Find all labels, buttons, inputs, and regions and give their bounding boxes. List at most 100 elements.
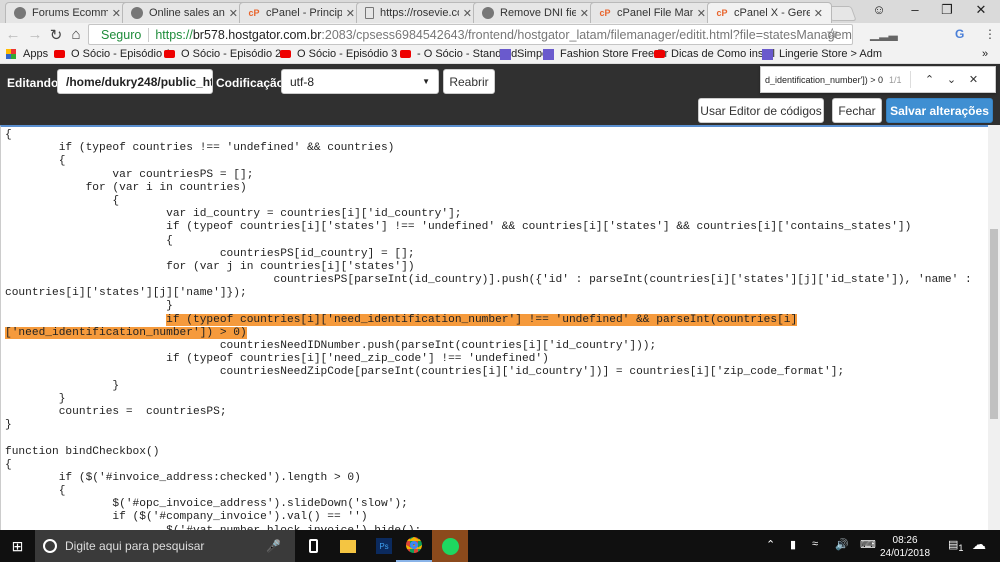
chevron-down-icon: ▼ [422, 77, 430, 86]
wifi-icon[interactable]: ≈ [812, 538, 818, 550]
browser-tab[interactable]: https://rosevie.com ✕ [356, 2, 481, 23]
task-view-icon[interactable] [295, 530, 331, 562]
find-next-icon[interactable]: ⌄ [941, 73, 963, 86]
date: 24/01/2018 [880, 548, 931, 559]
code-line: if (typeof countries[i]['need_zip_code']… [5, 353, 988, 366]
code-line: $('#opc_invoice_address').slideDown('slo… [5, 498, 988, 511]
show-hidden-icons[interactable]: ⌃ [766, 538, 775, 551]
url-input[interactable]: Seguro https://br578.hostgator.com.br:20… [88, 24, 853, 45]
find-divider [909, 71, 911, 88]
code-text: countriesPS[parseInt(id_country)].push({… [5, 274, 972, 287]
keyboard-icon[interactable]: ⌨ [860, 538, 876, 551]
back-button[interactable]: ← [4, 26, 22, 43]
url-scheme: https:// [155, 27, 193, 42]
bookmark-item[interactable]: O Sócio - Episódio 2 [164, 48, 281, 60]
code-text: { [5, 458, 12, 471]
prestashop-icon [482, 7, 494, 19]
windows-start-icon[interactable]: ⊞ [0, 530, 35, 562]
code-line: if (typeof countries[i]['states'] !== 'u… [5, 221, 988, 234]
file-path-input[interactable]: /home/dukry248/public_html [57, 69, 213, 94]
profile-icon[interactable]: ☺ [862, 0, 896, 20]
code-line: var id_country = countries[i]['id_countr… [5, 208, 988, 221]
code-line: if ($('#invoice_address:checked').length… [5, 472, 988, 485]
code-text: for (var j in countries[i]['states']) [5, 260, 415, 273]
close-window-button[interactable]: ✕ [964, 0, 998, 20]
more-bookmarks-button[interactable]: » [982, 48, 988, 60]
code-content[interactable]: { if (typeof countries !== 'undefined' &… [1, 127, 988, 530]
close-tab-icon[interactable]: ✕ [697, 7, 706, 20]
code-line: } [5, 419, 988, 432]
menu-icon[interactable]: ⋮ [984, 27, 996, 41]
find-close-icon[interactable]: ✕ [963, 73, 985, 86]
code-line: var countriesPS = []; [5, 169, 988, 182]
close-tab-icon[interactable]: ✕ [463, 7, 472, 20]
browser-tab[interactable]: cP cPanel File Manag ✕ [590, 2, 715, 23]
tab-title: cPanel File Manag [617, 7, 693, 19]
restore-button[interactable]: ❐ [930, 0, 964, 20]
bookmark-item[interactable]: Apps [6, 48, 48, 60]
close-tab-icon[interactable]: ✕ [580, 7, 589, 20]
reopen-button[interactable]: Reabrir [443, 69, 495, 94]
close-tab-icon[interactable]: ✕ [229, 7, 238, 20]
search-match-highlight: if (typeof countries[i]['need_identifica… [166, 313, 798, 326]
taskbar-search-box[interactable]: Digite aqui para pesquisar 🎤 [35, 530, 295, 562]
close-tab-icon[interactable]: ✕ [112, 7, 121, 20]
find-input[interactable]: d_identification_number']) > 0) [765, 75, 883, 85]
editing-label: Editando: [7, 76, 63, 90]
battery-icon[interactable]: ▮ [790, 538, 796, 551]
code-line: { [5, 129, 988, 142]
browser-tab[interactable]: cP cPanel - Principal ✕ [239, 2, 364, 23]
cortana-icon [43, 539, 57, 553]
tab-title: https://rosevie.com [380, 7, 459, 19]
reload-button[interactable]: ↻ [47, 26, 65, 44]
scrollbar-thumb[interactable] [990, 229, 998, 419]
code-textarea[interactable]: { if (typeof countries !== 'undefined' &… [0, 125, 988, 530]
youtube-icon [164, 50, 175, 58]
close-tab-icon[interactable]: ✕ [814, 7, 823, 20]
bookmark-item[interactable]: Simpe [500, 48, 548, 60]
translate-extension-icon[interactable]: G [955, 27, 964, 41]
spotify-icon[interactable] [432, 530, 468, 562]
notifications-icon[interactable]: ▤1 [948, 538, 964, 553]
onedrive-icon[interactable]: ☁ [972, 536, 986, 553]
bookmark-item[interactable]: Dicas de Como instal [654, 48, 775, 60]
browser-tab[interactable]: Online sales and S ✕ [122, 2, 247, 23]
save-changes-button[interactable]: Salvar alterações [886, 98, 993, 123]
code-text: if (typeof countries[i]['need_zip_code']… [5, 353, 549, 366]
code-line: for (var i in countries) [5, 182, 988, 195]
code-line: function bindCheckbox() [5, 446, 988, 459]
signal-extension-icon[interactable]: ▁▂▃ [870, 27, 898, 41]
close-button[interactable]: Fechar [832, 98, 882, 123]
code-line: } [5, 393, 988, 406]
use-code-editor-button[interactable]: Usar Editor de códigos [698, 98, 824, 123]
editor-scrollbar[interactable] [988, 125, 1000, 530]
encoding-select[interactable]: utf-8 ▼ [281, 69, 439, 94]
home-button[interactable]: ⌂ [67, 26, 85, 43]
browser-tab[interactable]: Remove DNI field ✕ [473, 2, 598, 23]
minimize-button[interactable]: – [898, 0, 932, 20]
bookmark-star-icon[interactable]: ☆ [826, 25, 839, 42]
apps-icon [6, 49, 16, 59]
code-text: if ($('#company_invoice').val() == '') [5, 511, 368, 524]
youtube-icon [54, 50, 65, 58]
close-tab-icon[interactable]: ✕ [346, 7, 355, 20]
chrome-icon[interactable] [396, 530, 432, 562]
bookmark-item[interactable]: O Sócio - Episódio 3 [280, 48, 397, 60]
address-bar-row: ← → ↻ ⌂ Seguro https://br578.hostgator.c… [0, 23, 1000, 46]
code-text: countries = countriesPS; [5, 405, 227, 418]
file-explorer-icon[interactable] [330, 530, 366, 562]
forward-button[interactable]: → [26, 26, 44, 43]
find-previous-icon[interactable]: ⌃ [919, 73, 941, 86]
microphone-icon[interactable]: 🎤 [266, 539, 281, 553]
volume-icon[interactable]: 🔊 [835, 538, 849, 551]
security-label: Seguro [101, 27, 150, 42]
bookmark-item[interactable]: O Sócio - Episódio 1 [54, 48, 171, 60]
bookmark-icon [500, 48, 511, 60]
browser-tab[interactable]: cP cPanel X - Gerenci ✕ [707, 2, 832, 23]
bookmark-item[interactable]: Fashion Store Free Pr [543, 48, 668, 60]
clock[interactable]: 08:26 24/01/2018 [880, 534, 930, 560]
bookmark-item[interactable]: Lingerie Store > Adm [762, 48, 882, 60]
browser-tab[interactable]: Forums Ecommerce ✕ [5, 2, 130, 23]
